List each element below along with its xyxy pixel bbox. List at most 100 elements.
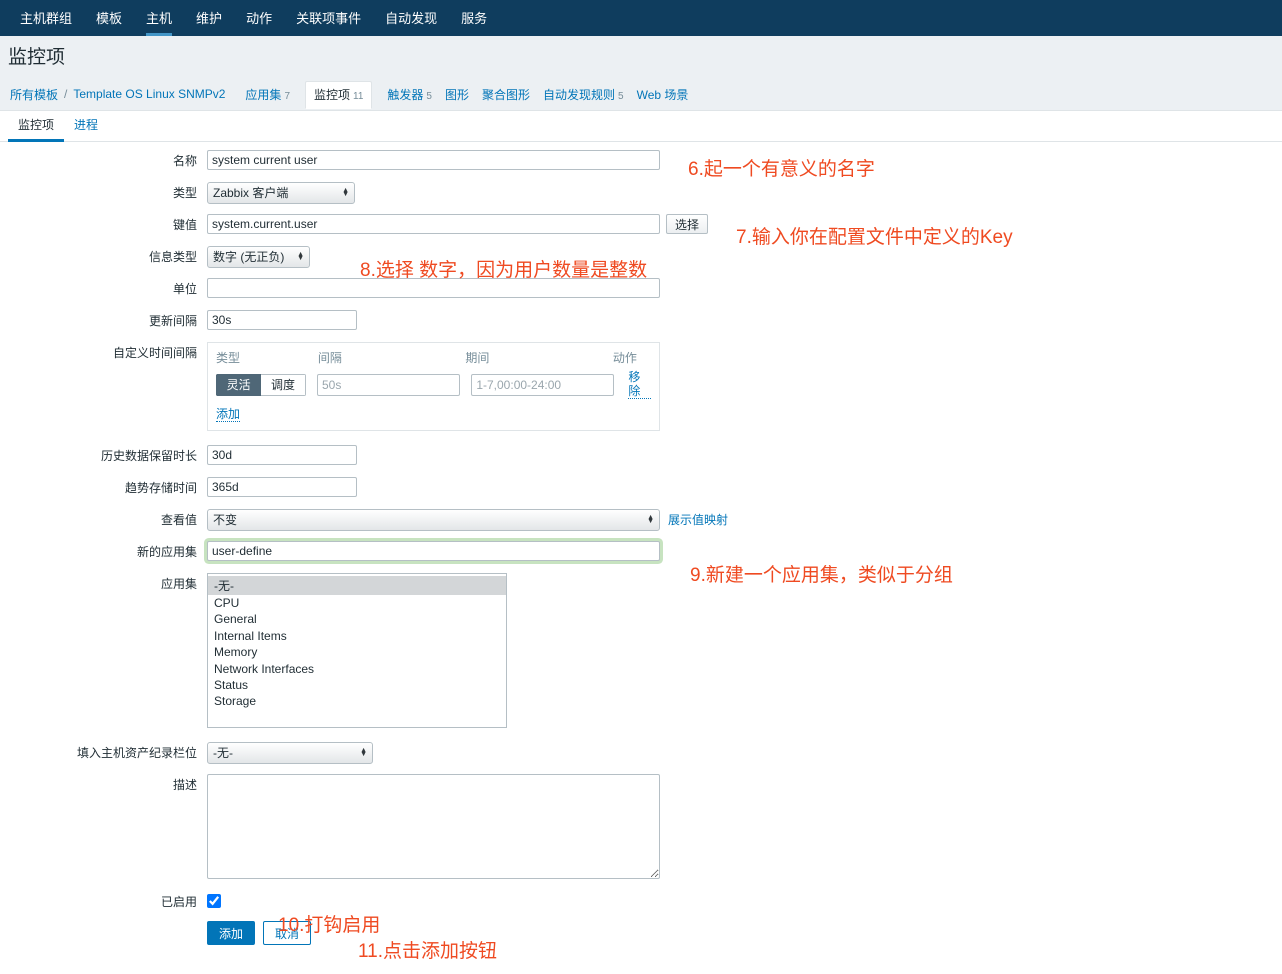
- annotation-a9: 9.新建一个应用集，类似于分组: [690, 565, 953, 586]
- form-row-history: 历史数据保留时长: [0, 445, 1282, 467]
- breadcrumb-item-label: 触发器: [387, 87, 424, 102]
- application-option-4[interactable]: Memory: [208, 644, 506, 660]
- breadcrumb-item-4[interactable]: 聚合图形: [482, 86, 530, 103]
- type-label: 类型: [172, 186, 197, 200]
- application-option-5[interactable]: Network Interfaces: [208, 661, 506, 677]
- nav-item-1[interactable]: 模板: [84, 0, 134, 36]
- description-label: 描述: [172, 778, 197, 792]
- annotation-a6: 6.起一个有意义的名字: [688, 159, 875, 180]
- breadcrumb-template-name[interactable]: Template OS Linux SNMPv2: [73, 87, 225, 101]
- key-select-button[interactable]: 选择: [666, 214, 709, 234]
- custom-intervals-label: 自定义时间间隔: [112, 346, 197, 360]
- main-navigation: 主机群组 模板 主机 维护 动作 关联项事件 自动发现 服务: [0, 0, 1282, 36]
- breadcrumb-item-label: Web 场景: [636, 87, 689, 102]
- nav-item-7[interactable]: 服务: [449, 0, 499, 36]
- breadcrumb-item-count: 11: [353, 91, 364, 102]
- application-option-7[interactable]: Storage: [208, 693, 506, 709]
- form-row-name: 名称: [0, 150, 1282, 172]
- form-row-enabled: 已启用: [0, 891, 1282, 913]
- history-label: 历史数据保留时长: [100, 449, 197, 463]
- units-label: 单位: [172, 282, 197, 296]
- annotation-a7: 7.输入你在配置文件中定义的Key: [736, 227, 1013, 248]
- breadcrumb-item-5[interactable]: 自动发现规则 5: [543, 86, 624, 103]
- application-option-0[interactable]: -无-: [208, 576, 506, 595]
- page-title: 监控项: [8, 47, 66, 68]
- update-interval-input[interactable]: [207, 310, 357, 330]
- nav-item-0[interactable]: 主机群组: [8, 0, 84, 36]
- interval-type-scheduled[interactable]: 调度: [261, 373, 306, 396]
- breadcrumb-item-label: 监控项: [314, 88, 351, 102]
- application-option-2[interactable]: General: [208, 611, 506, 627]
- application-option-1[interactable]: CPU: [208, 595, 506, 611]
- breadcrumb-all-templates[interactable]: 所有模板: [10, 86, 58, 103]
- update-interval-label: 更新间隔: [148, 314, 197, 328]
- inventory-field-label: 填入主机资产纪录栏位: [76, 746, 197, 760]
- custom-interval-row: 灵活 调度 移除: [216, 370, 651, 399]
- breadcrumb-item-label: 聚合图形: [482, 87, 531, 102]
- custom-interval-period-input[interactable]: [471, 373, 615, 396]
- new-application-input[interactable]: [207, 541, 660, 561]
- form-row-show-value: 查看值 不变 ▲ ▼ 展示值映射: [0, 509, 1282, 531]
- interval-type-flexible[interactable]: 灵活: [216, 373, 262, 396]
- applications-listbox[interactable]: -无-CPUGeneralInternal ItemsMemoryNetwork…: [207, 573, 507, 728]
- tab-0[interactable]: 监控项: [8, 110, 65, 142]
- trends-input[interactable]: [207, 477, 357, 497]
- key-input[interactable]: [207, 214, 660, 234]
- breadcrumb-item-6[interactable]: Web 场景: [637, 86, 689, 103]
- custom-interval-add-link[interactable]: 添加: [216, 407, 241, 422]
- nav-item-4[interactable]: 动作: [234, 0, 284, 36]
- description-textarea[interactable]: [207, 774, 660, 879]
- breadcrumb-item-count: 5: [618, 90, 624, 102]
- inventory-field-select[interactable]: -无-: [207, 742, 373, 764]
- custom-intervals-header: 类型 间隔 期间 动作: [216, 349, 651, 366]
- value-mapping-link[interactable]: 展示值映射: [668, 509, 728, 531]
- custom-intervals-box: 类型 间隔 期间 动作 灵活 调度 移除 添加: [207, 342, 660, 431]
- application-option-6[interactable]: Status: [208, 677, 506, 693]
- add-button[interactable]: 添加: [207, 921, 256, 945]
- form-row-custom-intervals: 自定义时间间隔 类型 间隔 期间 动作 灵活 调度 50s 1-7,00:00-…: [0, 342, 1282, 431]
- form-row-key: 键值 选择: [0, 214, 1282, 236]
- name-input[interactable]: [207, 150, 660, 170]
- trends-label: 趋势存储时间: [124, 481, 197, 495]
- enabled-checkbox[interactable]: [207, 894, 221, 908]
- page-title-bar: [0, 36, 1282, 78]
- type-select[interactable]: Zabbix 客户端: [207, 182, 355, 204]
- nav-item-3[interactable]: 维护: [184, 0, 234, 36]
- show-value-select[interactable]: 不变: [207, 509, 660, 531]
- form-row-trends: 趋势存储时间: [0, 477, 1282, 499]
- history-input[interactable]: [207, 445, 357, 465]
- nav-item-6[interactable]: 自动发现: [373, 0, 449, 36]
- key-label: 键值: [172, 218, 197, 232]
- applications-label: 应用集: [160, 577, 197, 591]
- custom-interval-delay-input[interactable]: [317, 373, 460, 396]
- ci-col-period: 期间: [465, 351, 490, 365]
- name-label: 名称: [172, 154, 197, 168]
- breadcrumb-item-3[interactable]: 图形: [445, 86, 469, 103]
- breadcrumb-item-2[interactable]: 触发器 5: [387, 86, 432, 103]
- entity-tabs: 监控项 进程: [0, 110, 1282, 142]
- breadcrumb-item-1[interactable]: 监控项 11: [305, 81, 373, 109]
- breadcrumb-separator: /: [64, 87, 68, 101]
- tab-1[interactable]: 进程: [64, 110, 108, 141]
- info-type-select[interactable]: 数字 (无正负): [207, 246, 310, 268]
- breadcrumb-item-0[interactable]: 应用集 7: [245, 86, 290, 103]
- interval-type-toggle[interactable]: 灵活 调度: [216, 373, 306, 396]
- form-row-new-application: 新的应用集: [0, 541, 1282, 563]
- enabled-label: 已启用: [160, 895, 197, 909]
- nav-item-5[interactable]: 关联项事件: [284, 0, 373, 36]
- form-row-actions: 添加 取消: [0, 921, 1282, 945]
- units-input[interactable]: [207, 278, 660, 298]
- annotation-a11: 11.点击添加按钮: [358, 941, 498, 962]
- form-row-description: 描述: [0, 774, 1282, 879]
- form-row-applications: 应用集 -无-CPUGeneralInternal ItemsMemoryNet…: [0, 573, 1282, 728]
- nav-item-2[interactable]: 主机: [134, 0, 184, 36]
- info-type-label: 信息类型: [148, 250, 197, 264]
- breadcrumb-item-count: 7: [284, 90, 290, 102]
- breadcrumb-item-label: 自动发现规则: [543, 87, 616, 102]
- application-option-3[interactable]: Internal Items: [208, 628, 506, 644]
- breadcrumb-item-label: 应用集: [245, 87, 282, 102]
- form-row-inventory-field: 填入主机资产纪录栏位 -无- ▲ ▼: [0, 742, 1282, 764]
- custom-interval-remove-link[interactable]: 移除: [628, 370, 651, 399]
- form-row-units: 单位: [0, 278, 1282, 300]
- annotation-a8: 8.选择 数字，因为用户数量是整数: [360, 260, 648, 281]
